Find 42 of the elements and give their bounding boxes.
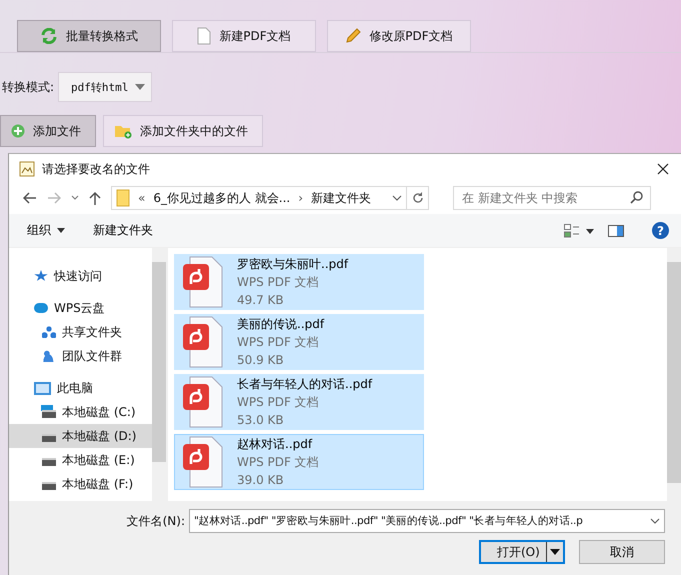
file-size: 50.9 KB	[237, 352, 285, 369]
file-name: 罗密欧与朱丽叶..pdf	[237, 256, 348, 273]
open-button[interactable]: 打开(O)	[479, 540, 565, 564]
file-item[interactable]: 美丽的传说..pdf WPS PDF 文档 50.9 KB	[174, 314, 424, 370]
tab[interactable]: 新建PDF文档	[172, 20, 316, 52]
address-bar[interactable]: « 6_你见过越多的人 就会... › 新建文件夹	[111, 186, 407, 210]
nav-item[interactable]: 快速访问	[9, 264, 152, 288]
filename-label: 文件名(N):	[126, 512, 185, 530]
nav-item[interactable]: 本地磁盘 (F:)	[9, 472, 152, 496]
nav-item[interactable]: 本地磁盘 (E:)	[9, 448, 152, 472]
file-name: 美丽的传说..pdf	[237, 316, 324, 333]
file-item[interactable]: 长者与年轻人的对话..pdf WPS PDF 文档 53.0 KB	[174, 374, 424, 430]
file-type: WPS PDF 文档	[237, 334, 320, 351]
cancel-button[interactable]: 取消	[579, 540, 665, 564]
tab[interactable]: 修改原PDF文档	[327, 20, 471, 52]
file-size: 49.7 KB	[237, 292, 285, 309]
nav-item[interactable]: 团队文件群	[9, 344, 152, 368]
nav-item[interactable]: 此电脑	[9, 376, 152, 400]
dialog-title: 请选择要改名的文件	[42, 160, 151, 178]
organize-menu[interactable]: 组织	[27, 222, 65, 239]
new-folder-button[interactable]: 新建文件夹	[93, 222, 153, 239]
file-name: 长者与年轻人的对话..pdf	[237, 376, 372, 393]
filename-field[interactable]: "赵林对话..pdf" "罗密欧与朱丽叶..pdf" "美丽的传说..pdf" "长者与年轻人的对话..p	[189, 509, 665, 533]
file-size: 53.0 KB	[237, 412, 285, 429]
file-item[interactable]: 赵林对话..pdf WPS PDF 文档 39.0 KB	[174, 434, 424, 490]
file-name: 赵林对话..pdf	[237, 436, 314, 453]
file-size: 39.0 KB	[237, 472, 285, 489]
mode-dropdown[interactable]: pdf转html	[58, 72, 152, 102]
add-button[interactable]: 添加文件	[0, 115, 96, 147]
mode-label: 转换模式:	[2, 78, 54, 96]
search-field[interactable]: 在 新建文件夹 中搜索	[453, 186, 651, 210]
nav-item[interactable]: 本地磁盘 (C:)	[9, 400, 152, 424]
add-button[interactable]: 添加文件夹中的文件	[103, 115, 263, 147]
nav-item[interactable]: 本地磁盘 (D:)	[9, 424, 152, 448]
help-button[interactable]: ?	[652, 222, 669, 239]
nav-item[interactable]: 共享文件夹	[9, 320, 152, 344]
file-type: WPS PDF 文档	[237, 274, 320, 291]
nav-item[interactable]: WPS云盘	[9, 296, 152, 320]
file-type: WPS PDF 文档	[237, 394, 320, 411]
file-item[interactable]: 罗密欧与朱丽叶..pdf WPS PDF 文档 49.7 KB	[174, 254, 424, 310]
file-type: WPS PDF 文档	[237, 454, 319, 471]
tab[interactable]: 批量转换格式	[17, 20, 161, 52]
